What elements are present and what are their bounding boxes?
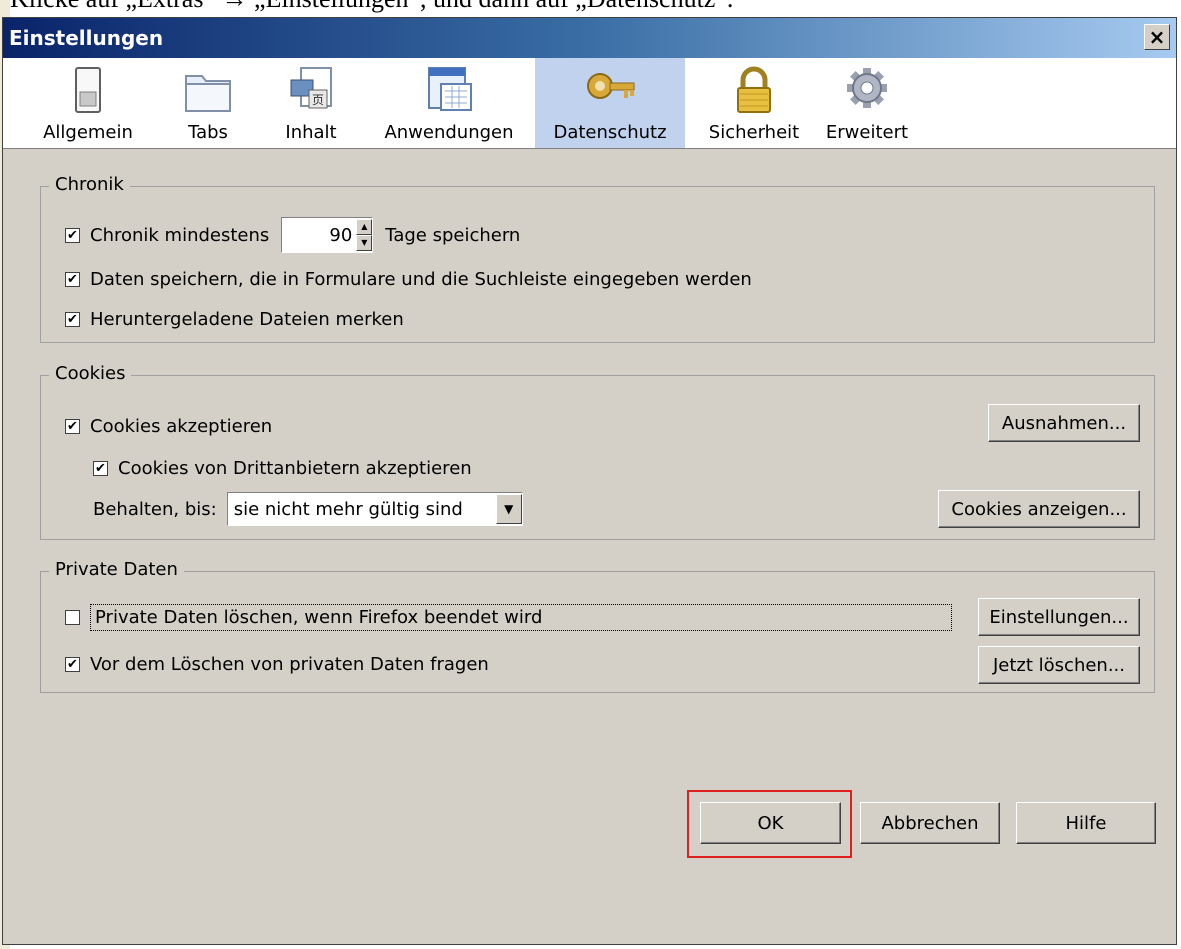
background-instruction-text: Klicke auf „Extras“ → „Einstellungen“, u… bbox=[10, 0, 733, 14]
tab-label: Erweitert bbox=[825, 122, 909, 143]
cookies-accept-checkbox[interactable]: ✔ bbox=[65, 419, 80, 434]
cookies-keep-label: Behalten, bis: bbox=[93, 498, 217, 520]
ok-button[interactable]: OK bbox=[700, 802, 841, 844]
history-days-spinner[interactable]: 90 ▲ ▼ bbox=[281, 217, 374, 253]
ask-before-clear-row[interactable]: ✔ Vor dem Löschen von privaten Daten fra… bbox=[65, 654, 489, 675]
cookies-show-button[interactable]: Cookies anzeigen... bbox=[938, 490, 1140, 528]
tab-anwendungen[interactable]: Anwendungen bbox=[371, 58, 527, 148]
tab-allgemein[interactable]: Allgemein bbox=[37, 58, 139, 148]
close-button[interactable]: × bbox=[1144, 24, 1170, 50]
content-icon: 页 bbox=[285, 64, 337, 116]
history-keep-prefix: Chronik mindestens bbox=[90, 224, 270, 246]
svg-text:页: 页 bbox=[312, 93, 324, 107]
history-forms-row[interactable]: ✔ Daten speichern, die in Formulare und … bbox=[65, 269, 752, 290]
history-downloads-label: Heruntergeladene Dateien merken bbox=[90, 309, 404, 330]
cookies-keep-select[interactable]: sie nicht mehr gültig sind ▼ bbox=[226, 492, 523, 526]
cookies-exceptions-button[interactable]: Ausnahmen... bbox=[988, 404, 1140, 442]
cookies-legend: Cookies bbox=[49, 363, 132, 384]
history-keep-row: ✔ Chronik mindestens 90 ▲ ▼ Tage speicher… bbox=[65, 217, 520, 253]
padlock-icon bbox=[728, 64, 780, 116]
tab-erweitert[interactable]: Erweitert bbox=[817, 58, 917, 148]
history-keep-suffix: Tage speichern bbox=[385, 224, 521, 246]
history-legend: Chronik bbox=[49, 174, 130, 195]
ask-before-clear-label: Vor dem Löschen von privaten Daten frage… bbox=[90, 654, 489, 675]
private-data-settings-button[interactable]: Einstellungen... bbox=[978, 598, 1140, 636]
cancel-button[interactable]: Abbrechen bbox=[860, 802, 1000, 844]
cookies-keep-row: Behalten, bis: sie nicht mehr gültig sin… bbox=[93, 492, 523, 526]
history-group: Chronik ✔ Chronik mindestens 90 ▲ ▼ Tage … bbox=[40, 174, 1155, 343]
key-icon bbox=[584, 64, 636, 116]
tab-inhalt[interactable]: 页 Inhalt bbox=[269, 58, 353, 148]
history-forms-label: Daten speichern, die in Formulare und di… bbox=[90, 269, 752, 290]
tab-tabs[interactable]: Tabs bbox=[163, 58, 253, 148]
clear-on-exit-label: Private Daten löschen, wenn Firefox been… bbox=[90, 604, 952, 631]
window-title: Einstellungen bbox=[9, 26, 164, 50]
cookies-third-party-checkbox[interactable]: ✔ bbox=[93, 461, 108, 476]
tab-label: Tabs bbox=[188, 122, 228, 143]
private-data-group: Private Daten Private Daten löschen, wen… bbox=[40, 559, 1155, 693]
history-days-value[interactable]: 90 bbox=[282, 225, 356, 246]
applications-icon bbox=[423, 64, 475, 116]
cookies-accept-label: Cookies akzeptieren bbox=[90, 416, 273, 437]
clear-on-exit-row[interactable]: Private Daten löschen, wenn Firefox been… bbox=[65, 604, 952, 631]
spin-down-button[interactable]: ▼ bbox=[356, 235, 373, 251]
title-bar[interactable]: Einstellungen × bbox=[3, 18, 1176, 58]
spin-up-button[interactable]: ▲ bbox=[356, 219, 373, 235]
cookies-accept-row[interactable]: ✔ Cookies akzeptieren bbox=[65, 416, 272, 437]
clear-now-button[interactable]: Jetzt löschen... bbox=[978, 646, 1140, 684]
cookies-third-party-label: Cookies von Drittanbietern akzeptieren bbox=[118, 458, 472, 479]
preferences-toolbar: Allgemein Tabs 页 Inhalt Anwendungen Date… bbox=[3, 58, 1176, 149]
cookies-keep-value: sie nicht mehr gültig sind bbox=[233, 498, 463, 520]
help-button[interactable]: Hilfe bbox=[1016, 802, 1156, 844]
cookies-group: Cookies ✔ Cookies akzeptieren ✔ Cookies … bbox=[40, 363, 1155, 540]
history-keep-checkbox[interactable]: ✔ bbox=[65, 227, 80, 243]
tab-label: Allgemein bbox=[43, 122, 133, 143]
toggle-switch-icon bbox=[62, 64, 114, 116]
history-downloads-row[interactable]: ✔ Heruntergeladene Dateien merken bbox=[65, 309, 404, 330]
tab-label: Sicherheit bbox=[708, 122, 800, 143]
tab-sicherheit[interactable]: Sicherheit bbox=[699, 58, 809, 148]
history-forms-checkbox[interactable]: ✔ bbox=[65, 272, 80, 287]
settings-dialog: Einstellungen × Allgemein Tabs 页 Inhalt bbox=[2, 17, 1177, 945]
clear-on-exit-checkbox[interactable] bbox=[65, 610, 80, 625]
history-downloads-checkbox[interactable]: ✔ bbox=[65, 312, 80, 327]
tab-label: Datenschutz bbox=[553, 122, 667, 143]
ask-before-clear-checkbox[interactable]: ✔ bbox=[65, 657, 80, 672]
cookies-third-party-row[interactable]: ✔ Cookies von Drittanbietern akzeptieren bbox=[93, 458, 472, 479]
private-data-legend: Private Daten bbox=[49, 559, 184, 580]
gear-icon bbox=[841, 64, 893, 116]
tab-label: Inhalt bbox=[285, 122, 337, 143]
tab-datenschutz[interactable]: Datenschutz bbox=[535, 58, 685, 148]
folder-tabs-icon bbox=[182, 64, 234, 116]
chevron-down-icon[interactable]: ▼ bbox=[495, 494, 522, 524]
tab-label: Anwendungen bbox=[384, 122, 514, 143]
